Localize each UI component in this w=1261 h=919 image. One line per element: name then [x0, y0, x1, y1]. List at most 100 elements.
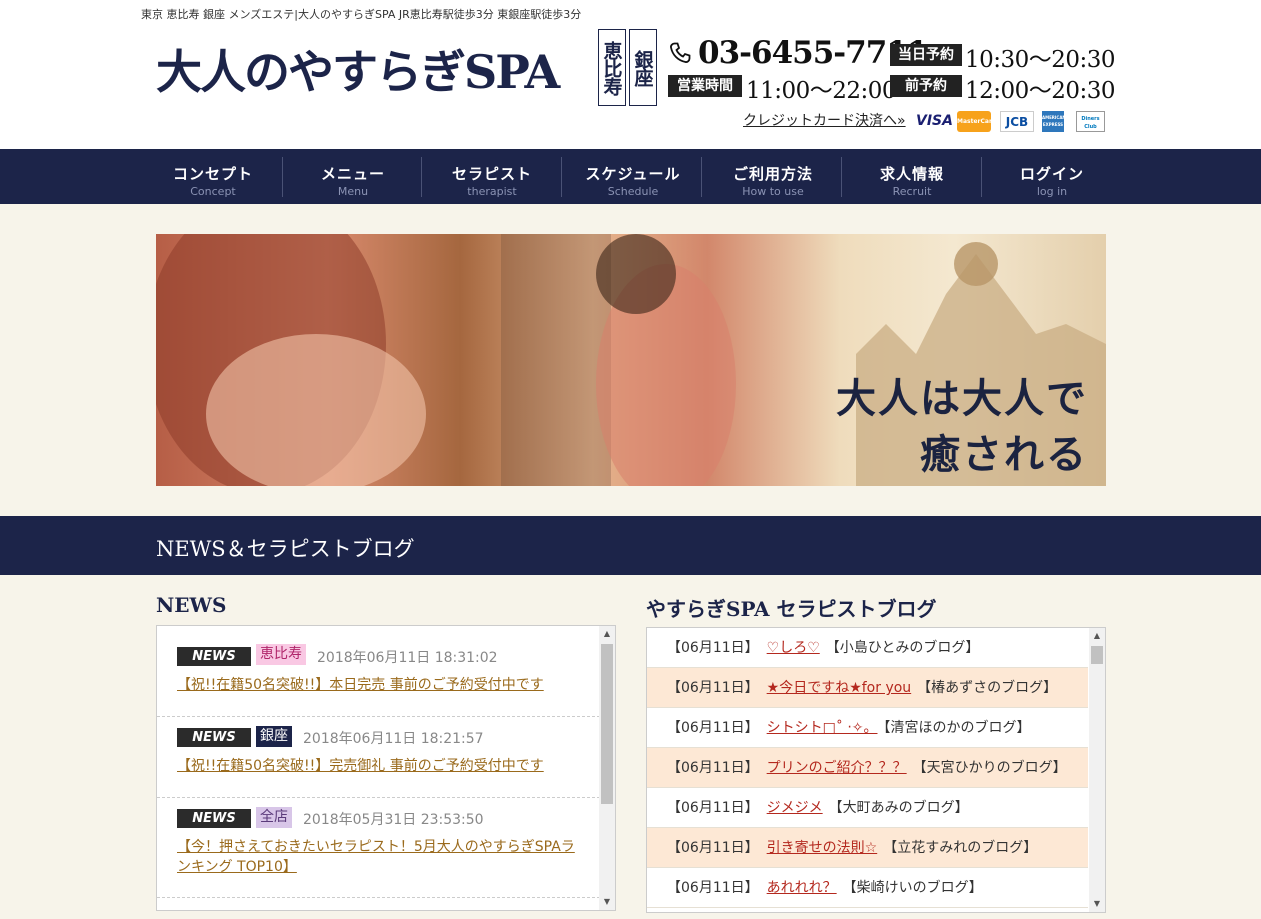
news-item: NEWS 恵比寿 2018年06月11日 18:31:02 【祝!!在籍50名突…: [157, 626, 600, 717]
blog-author: 【天宮ひかりのブログ】: [912, 760, 1067, 776]
blog-date: 【06月11日】: [667, 640, 759, 656]
nav-login-label: ログイン: [1019, 165, 1084, 183]
blog-row: 【06月11日】 引き寄せの法則☆ 【立花すみれのブログ】: [647, 828, 1088, 868]
blog-date: 【06月11日】: [667, 880, 759, 896]
news-date: 2018年06月11日 18:21:57: [303, 731, 484, 747]
blog-date: 【06月11日】: [667, 840, 759, 856]
same-day-time: 10:30〜20:30: [965, 47, 1116, 73]
news-date: 2018年06月11日 18:31:02: [317, 650, 498, 666]
nav-how-to-use-sub: How to use: [742, 185, 804, 198]
location-ginza: 銀座: [629, 29, 657, 106]
blog-date: 【06月11日】: [667, 720, 759, 736]
blog-title-link[interactable]: ♡しろ♡: [767, 640, 820, 656]
news-link[interactable]: 【今！押さえておきたいセラピスト！5月大人のやすらぎSPAランキング TOP10…: [177, 837, 582, 877]
blog-row: 【06月11日】 プリンのご紹介？？？ 【天宮ひかりのブログ】: [647, 748, 1088, 788]
blog-title-link[interactable]: ジメジメ: [767, 800, 823, 816]
nav-login-sub: log in: [1036, 185, 1068, 198]
nav-menu[interactable]: メニュー Menu: [283, 157, 423, 198]
site-header: 東京 恵比寿 銀座 メンズエステ|大人のやすらぎSPA JR恵比寿駅徒歩3分 東…: [0, 0, 1261, 149]
site-logo[interactable]: 大人のやすらぎSPA: [156, 36, 560, 102]
scroll-thumb[interactable]: [601, 644, 613, 804]
business-hours-time: 11:00〜22:00: [746, 78, 897, 104]
blog-date: 【06月11日】: [667, 680, 759, 696]
news-scrollbar[interactable]: ▲ ▼: [599, 626, 615, 910]
location-tag: 恵比寿: [256, 644, 306, 665]
news-date: 2018年05月31日 23:53:50: [303, 812, 484, 828]
news-tag: NEWS: [177, 647, 251, 666]
scroll-up-icon[interactable]: ▲: [599, 626, 615, 642]
nav-menu-sub: Menu: [337, 185, 369, 198]
hero-banner: 大人は大人で 癒される: [156, 234, 1106, 486]
scroll-thumb[interactable]: [1091, 646, 1103, 664]
banner-headline-2: 癒される: [920, 431, 1088, 478]
location-tag: 銀座: [256, 726, 292, 747]
scroll-down-icon[interactable]: ▼: [1089, 896, 1105, 912]
news-list: NEWS 恵比寿 2018年06月11日 18:31:02 【祝!!在籍50名突…: [156, 625, 616, 911]
diners-icon: Diners Club: [1076, 111, 1105, 132]
news-link[interactable]: 【祝!!在籍50名突破!!】完売御礼 事前のご予約受付中です: [177, 756, 582, 776]
nav-divider: [701, 157, 702, 197]
nav-schedule[interactable]: スケジュール Schedule: [563, 157, 703, 198]
blog-date: 【06月11日】: [667, 800, 759, 816]
blog-heading: やすらぎSPA セラピストブログ: [646, 597, 937, 621]
nav-how-to-use-label: ご利用方法: [732, 165, 813, 183]
blog-author: 【柴崎けいのブログ】: [842, 880, 983, 896]
blog-title-link[interactable]: 引き寄せの法則☆: [767, 840, 878, 856]
same-day-label: 当日予約: [890, 44, 962, 66]
nav-concept[interactable]: コンセプト Concept: [143, 157, 283, 198]
blog-author: 【清宮ほのかのブログ】: [883, 720, 1031, 736]
news-item: NEWS 全店 2018年05月31日 23:53:50 【今！押さえておきたい…: [157, 798, 600, 898]
nav-therapist-label: セラピスト: [451, 165, 532, 183]
news-tag: NEWS: [177, 809, 251, 828]
phone-icon: [670, 42, 691, 63]
main-nav: コンセプト Concept メニュー Menu セラピスト therapist …: [0, 149, 1261, 204]
nav-recruit-label: 求人情報: [879, 165, 944, 183]
blog-title-link[interactable]: あれれれ？: [767, 880, 837, 896]
credit-card-link[interactable]: クレジットカード決済へ»: [743, 110, 906, 130]
blog-title-link[interactable]: ★今日ですね★for you: [767, 680, 912, 696]
news-item: NEWS 銀座 2018年06月11日 18:21:57 【祝!!在籍50名突破…: [157, 717, 600, 798]
nav-login[interactable]: ログイン log in: [982, 157, 1122, 198]
nav-how-to-use[interactable]: ご利用方法 How to use: [703, 157, 843, 198]
blog-row: 【06月11日】 ♡しろ♡ 【小島ひとみのブログ】: [647, 628, 1088, 668]
banner-headline-1: 大人は大人で: [836, 375, 1088, 422]
nav-concept-sub: Concept: [190, 185, 236, 198]
blog-title-link[interactable]: シトシト□˚ ‧✧。: [767, 720, 878, 736]
blog-row: 【06月11日】 あれれれ？ 【柴崎けいのブログ】: [647, 868, 1088, 908]
nav-divider: [561, 157, 562, 197]
nav-recruit[interactable]: 求人情報 Recruit: [842, 157, 982, 198]
nav-schedule-sub: Schedule: [607, 185, 659, 198]
scroll-down-icon[interactable]: ▼: [599, 894, 615, 910]
blog-list: 【06月11日】 ♡しろ♡ 【小島ひとみのブログ】 【06月11日】 ★今日ですね★f…: [646, 627, 1106, 913]
section-header: NEWS＆セラピストブログ: [0, 516, 1261, 575]
blog-scrollbar[interactable]: ▲ ▼: [1089, 628, 1105, 912]
section-title: NEWS＆セラピストブログ: [156, 537, 415, 561]
nav-schedule-label: スケジュール: [585, 165, 681, 183]
nav-therapist[interactable]: セラピスト therapist: [422, 157, 562, 198]
advance-booking-label: 前予約: [890, 75, 962, 97]
blog-row: 【06月11日】 ★今日ですね★for you 【椿あずさのブログ】: [647, 668, 1088, 708]
blog-title-link[interactable]: プリンのご紹介？？？: [767, 760, 907, 776]
location-tag: 全店: [256, 807, 292, 828]
news-heading: NEWS: [156, 593, 227, 617]
news-tag: NEWS: [177, 728, 251, 747]
nav-menu-label: メニュー: [320, 165, 385, 183]
tagline: 東京 恵比寿 銀座 メンズエステ|大人のやすらぎSPA JR恵比寿駅徒歩3分 東…: [141, 8, 582, 21]
news-link[interactable]: 【祝!!在籍50名突破!!】本日完売 事前のご予約受付中です: [177, 675, 582, 695]
nav-concept-label: コンセプト: [172, 165, 253, 183]
visa-icon: VISA: [916, 113, 953, 129]
blog-row: 【06月11日】 シトシト□˚ ‧✧。 【清宮ほのかのブログ】: [647, 708, 1088, 748]
scroll-up-icon[interactable]: ▲: [1089, 628, 1105, 644]
blog-author: 【大町あみのブログ】: [828, 800, 969, 816]
location-ebisu: 恵比寿: [598, 29, 626, 106]
jcb-icon: JCB: [1000, 111, 1034, 132]
amex-icon: AMERICAN EXPRESS: [1042, 111, 1066, 132]
business-hours-label: 営業時間: [668, 75, 742, 97]
blog-author: 【椿あずさのブログ】: [917, 680, 1058, 696]
mastercard-icon: MasterCard: [957, 111, 996, 132]
blog-author: 【小島ひとみのブログ】: [825, 640, 980, 656]
advance-booking-time: 12:00〜20:30: [965, 78, 1116, 104]
blog-row: 【06月11日】 ジメジメ 【大町あみのブログ】: [647, 788, 1088, 828]
nav-therapist-sub: therapist: [467, 185, 517, 198]
nav-recruit-sub: Recruit: [892, 185, 932, 198]
